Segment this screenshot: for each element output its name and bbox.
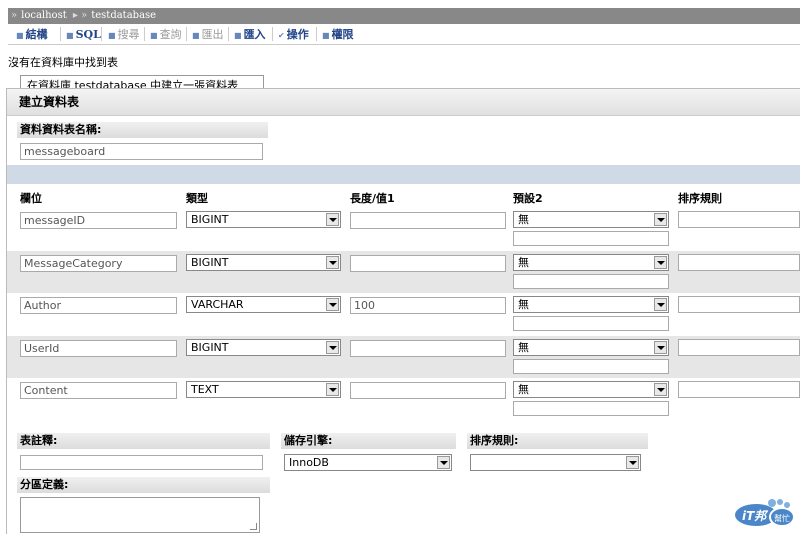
column-default-value-input[interactable]	[513, 274, 669, 289]
column-collation-select[interactable]	[678, 381, 800, 398]
column-type-select[interactable]: TEXT	[186, 381, 341, 398]
column-length-input[interactable]	[350, 340, 506, 357]
header-band	[7, 165, 800, 184]
column-default-select[interactable]: 無	[513, 381, 669, 398]
tab-export: ■ 匯出	[192, 28, 224, 41]
breadcrumb: » localhost ▸ » testdatabase	[8, 8, 800, 24]
partition-label: 分區定義:	[17, 477, 270, 493]
column-length-input[interactable]	[350, 212, 506, 229]
logo-sub-text: 幫忙	[774, 513, 790, 523]
logo-main-text: iT邦	[742, 509, 769, 523]
column-collation-select[interactable]	[678, 296, 800, 313]
column-name-input[interactable]: UserId	[20, 340, 177, 357]
column-type-select[interactable]: BIGINT	[186, 339, 341, 356]
column-type-select[interactable]: BIGINT	[186, 211, 341, 228]
storage-engine-label: 儲存引擎:	[281, 433, 456, 449]
breadcrumb-server[interactable]: localhost	[21, 10, 67, 21]
table-name-input[interactable]: messageboard	[20, 143, 263, 160]
column-name-input[interactable]: Author	[20, 297, 177, 314]
column-name-input[interactable]: messageID	[20, 212, 177, 229]
collation-label: 排序規則:	[467, 433, 648, 449]
header-collation: 排序規則	[678, 192, 722, 205]
chevron-down-icon	[326, 256, 339, 269]
bullet-icon: ■	[192, 31, 200, 40]
bullet-icon: ✔	[278, 31, 285, 40]
chevron-down-icon	[326, 213, 339, 226]
column-default-select[interactable]: 無	[513, 211, 669, 228]
bullet-icon: ■	[108, 31, 116, 40]
chevron-down-icon	[654, 256, 667, 269]
column-type-select[interactable]: VARCHAR	[186, 296, 341, 313]
create-table-legend: 在資料庫 testdatabase 中建立一張資料表	[20, 75, 264, 88]
column-default-select[interactable]: 無	[513, 254, 669, 271]
column-collation-select[interactable]	[678, 211, 800, 228]
column-default-value-input[interactable]	[513, 316, 669, 331]
column-collation-select[interactable]	[678, 339, 800, 356]
header-type: 類型	[186, 192, 208, 205]
column-name-input[interactable]: Content	[20, 382, 177, 399]
table-comment-label: 表註釋:	[17, 433, 270, 449]
collation-select[interactable]	[470, 454, 641, 471]
column-length-input[interactable]: 100	[350, 297, 506, 314]
chevron-down-icon	[654, 213, 667, 226]
tab-bar: ■ 結構 ■ SQL ■ 搜尋 ■ 查詢 ■ 匯出 ■ 匯入 ✔ 操作 ■ 權限	[8, 24, 800, 45]
chevron-down-icon	[326, 298, 339, 311]
chevron-down-icon	[654, 341, 667, 354]
table-comment-input[interactable]	[20, 455, 263, 470]
storage-engine-select[interactable]: InnoDB	[284, 454, 452, 471]
partition-textarea[interactable]	[20, 497, 260, 533]
tab-search: ■ 搜尋	[108, 28, 140, 41]
bullet-icon: ■	[16, 31, 24, 40]
ithome-logo: iT邦 幫忙	[732, 497, 796, 529]
chevron-down-icon	[654, 298, 667, 311]
chevron-down-icon	[326, 383, 339, 396]
tab-privileges[interactable]: ■ 權限	[318, 26, 358, 43]
tab-query: ■ 查詢	[150, 28, 182, 41]
column-default-value-input[interactable]	[513, 359, 669, 374]
column-length-input[interactable]	[350, 382, 506, 399]
column-default-select[interactable]: 無	[513, 296, 669, 313]
tab-structure[interactable]: ■ 結構	[12, 26, 52, 43]
chevron-down-icon	[654, 383, 667, 396]
tab-operations[interactable]: ✔ 操作	[274, 26, 313, 43]
bullet-icon: ■	[150, 31, 158, 40]
bullet-icon: ■	[66, 31, 74, 40]
breadcrumb-database[interactable]: testdatabase	[91, 10, 156, 21]
tab-import[interactable]: ■ 匯入	[230, 26, 270, 43]
column-length-input[interactable]	[350, 255, 506, 272]
column-collation-select[interactable]	[678, 254, 800, 271]
bullet-icon: ■	[322, 31, 330, 40]
header-default: 預設2	[513, 192, 543, 205]
table-name-label: 資料資料表名稱:	[17, 122, 268, 138]
chevron-down-icon	[626, 456, 639, 469]
tab-sql[interactable]: ■ SQL	[62, 26, 105, 43]
no-tables-message: 沒有在資料庫中找到表	[8, 56, 118, 69]
header-length: 長度/值1	[350, 192, 395, 205]
bullet-icon: ■	[234, 31, 242, 40]
column-name-input[interactable]: MessageCategory	[20, 255, 177, 272]
panel-title: 建立資料表	[7, 89, 800, 116]
header-field: 欄位	[20, 192, 42, 205]
column-type-select[interactable]: BIGINT	[186, 254, 341, 271]
column-default-value-input[interactable]	[513, 231, 669, 246]
column-default-value-input[interactable]	[513, 401, 669, 416]
column-default-select[interactable]: 無	[513, 339, 669, 356]
chevron-down-icon	[326, 341, 339, 354]
chevron-down-icon	[437, 456, 450, 469]
